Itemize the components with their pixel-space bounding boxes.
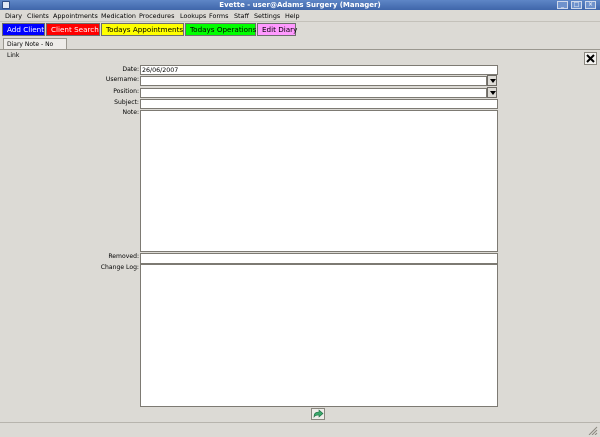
client-search-button[interactable]: Client Search bbox=[46, 23, 100, 36]
date-field[interactable]: 26/06/2007 bbox=[140, 65, 498, 75]
removed-label: Removed: bbox=[108, 253, 139, 260]
maximize-icon[interactable]: □ bbox=[571, 1, 582, 9]
note-label: Note: bbox=[122, 109, 139, 116]
position-select[interactable] bbox=[140, 88, 487, 98]
removed-field[interactable] bbox=[140, 253, 498, 264]
save-button[interactable] bbox=[311, 408, 325, 420]
window-title: Evette - user@Adams Surgery (Manager) bbox=[219, 1, 381, 9]
position-label: Position: bbox=[113, 88, 139, 95]
menu-appointments[interactable]: Appointments bbox=[53, 12, 98, 21]
minimize-icon[interactable]: _ bbox=[557, 1, 568, 9]
username-select[interactable] bbox=[140, 76, 487, 86]
menu-settings[interactable]: Settings bbox=[254, 12, 280, 21]
username-dropdown-icon[interactable] bbox=[487, 75, 497, 86]
todays-operations-button[interactable]: Todays Operations bbox=[185, 23, 256, 36]
todays-appointments-button[interactable]: Todays Appointments bbox=[101, 23, 184, 36]
close-window-icon[interactable]: × bbox=[585, 1, 596, 9]
menu-procedures[interactable]: Procedures bbox=[139, 12, 174, 21]
close-panel-button[interactable] bbox=[584, 52, 597, 65]
date-value: 26/06/2007 bbox=[142, 67, 179, 74]
menu-diary[interactable]: Diary bbox=[5, 12, 22, 21]
change-log-textarea[interactable] bbox=[140, 264, 498, 407]
tab-divider bbox=[0, 49, 600, 50]
resize-grip-icon[interactable] bbox=[586, 424, 598, 436]
menu-medication[interactable]: Medication bbox=[101, 12, 136, 21]
subject-label: Subject: bbox=[114, 99, 139, 106]
change-log-label: Change Log: bbox=[100, 264, 139, 271]
subject-field[interactable] bbox=[140, 99, 498, 109]
edit-diary-button[interactable]: Edit Diary bbox=[257, 23, 297, 36]
menu-staff[interactable]: Staff bbox=[234, 12, 249, 21]
username-label: Username: bbox=[105, 76, 139, 83]
menu-lookups[interactable]: Lookups bbox=[180, 12, 206, 21]
note-textarea[interactable] bbox=[140, 110, 498, 252]
save-arrow-icon bbox=[313, 409, 324, 418]
menu-help[interactable]: Help bbox=[285, 12, 300, 21]
add-client-button[interactable]: Add Client bbox=[2, 23, 45, 36]
menu-forms[interactable]: Forms bbox=[209, 12, 228, 21]
close-icon bbox=[586, 54, 595, 63]
status-bar bbox=[0, 422, 600, 436]
menu-clients[interactable]: Clients bbox=[27, 12, 49, 21]
date-label: Date: bbox=[122, 66, 139, 73]
position-dropdown-icon[interactable] bbox=[487, 87, 497, 98]
